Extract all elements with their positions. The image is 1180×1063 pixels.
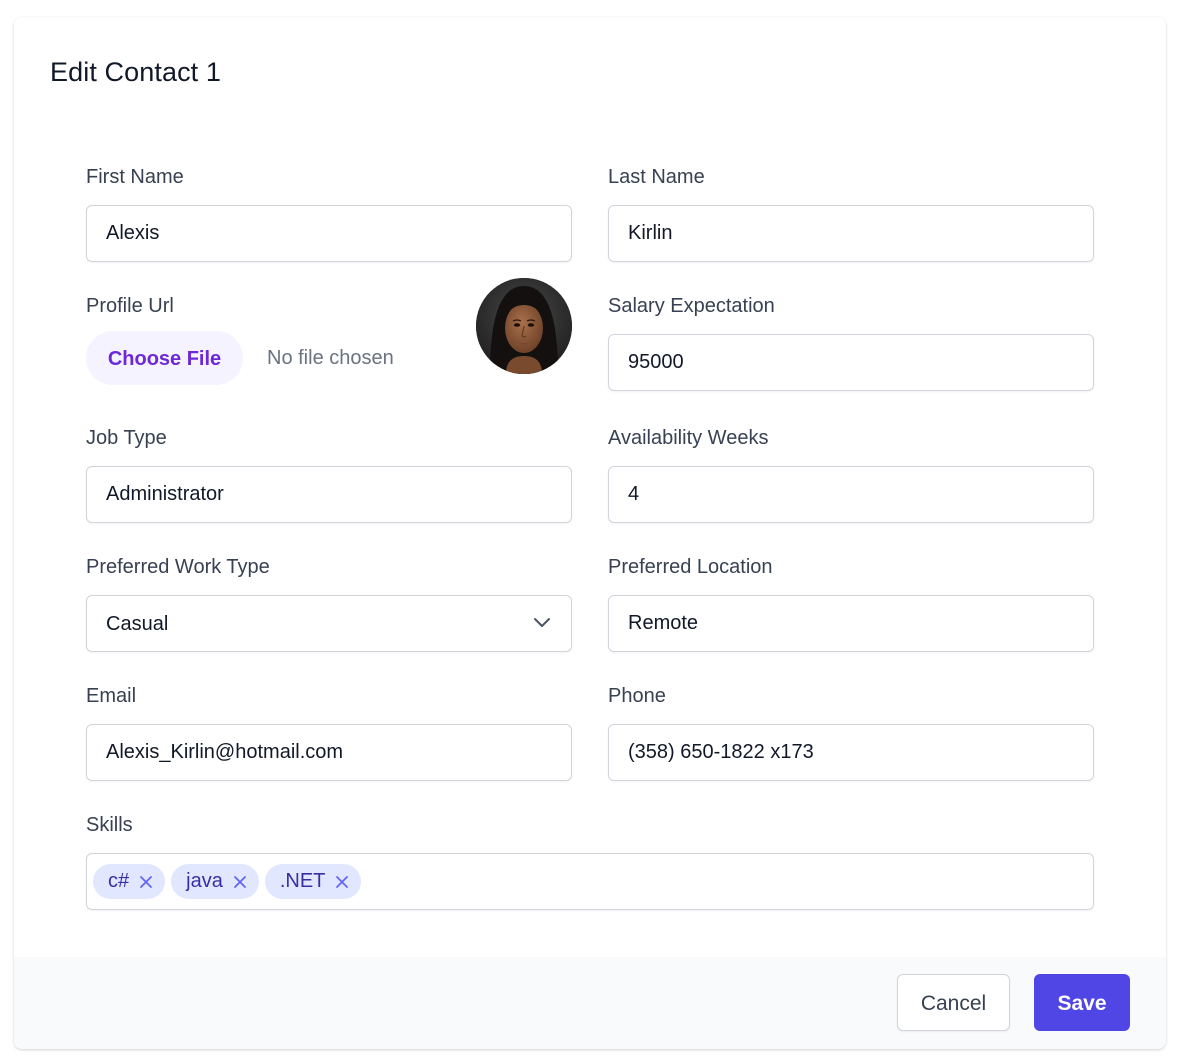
file-status-text: No file chosen [267, 347, 394, 369]
skills-input[interactable]: c# java .NET [86, 853, 1094, 910]
choose-file-button[interactable]: Choose File [86, 331, 243, 385]
last-name-group: Last Name [608, 165, 1094, 262]
skill-tag: .NET [264, 864, 362, 899]
skill-tag: c# [93, 864, 166, 899]
email-field[interactable] [86, 724, 572, 781]
save-button[interactable]: Save [1034, 974, 1130, 1031]
location-group: Preferred Location [608, 555, 1094, 652]
job-type-input[interactable] [86, 466, 572, 523]
skill-tag: java [171, 864, 259, 899]
phone-label: Phone [608, 685, 666, 707]
skill-tag-label: .NET [279, 870, 326, 892]
skill-tag-label: c# [108, 870, 130, 892]
profile-url-group: Profile Url Choose File No file chosen [86, 278, 572, 386]
work-type-label: Preferred Work Type [86, 556, 270, 578]
chevron-down-icon [534, 618, 550, 627]
skills-label: Skills [86, 814, 133, 836]
skill-tag-label: java [186, 870, 223, 892]
cancel-button[interactable]: Cancel [897, 974, 1010, 1031]
job-type-group: Job Type [86, 426, 572, 523]
salary-label: Salary Expectation [608, 295, 775, 317]
location-input[interactable] [608, 595, 1094, 652]
first-name-group: First Name [86, 165, 572, 262]
profile-photo-icon [476, 278, 572, 374]
work-type-group: Preferred Work Type Casual [86, 555, 572, 652]
close-icon[interactable] [233, 875, 247, 889]
first-name-input[interactable] [86, 205, 572, 262]
phone-group: Phone [608, 684, 1094, 781]
last-name-input[interactable] [608, 205, 1094, 262]
job-type-label: Job Type [86, 427, 167, 449]
email-label: Email [86, 685, 137, 707]
availability-input[interactable] [608, 466, 1094, 523]
close-icon[interactable] [139, 875, 153, 889]
last-name-label: Last Name [608, 166, 705, 188]
location-label: Preferred Location [608, 556, 773, 578]
skills-group: Skills c# java .NET [86, 813, 1094, 910]
email-group: Email [86, 684, 572, 781]
phone-field[interactable] [608, 724, 1094, 781]
page-title: Edit Contact 1 [50, 57, 221, 87]
form-footer: Cancel Save [14, 957, 1166, 1049]
salary-input[interactable] [608, 334, 1094, 391]
work-type-value: Casual [106, 613, 169, 635]
work-type-select[interactable]: Casual [86, 595, 572, 652]
availability-label: Availability Weeks [608, 427, 769, 449]
close-icon[interactable] [335, 875, 349, 889]
avatar [476, 278, 572, 374]
first-name-label: First Name [86, 166, 184, 188]
edit-contact-card: Edit Contact 1 First Name Last Name Prof… [14, 17, 1166, 1049]
salary-group: Salary Expectation [608, 294, 1094, 391]
availability-group: Availability Weeks [608, 426, 1094, 523]
